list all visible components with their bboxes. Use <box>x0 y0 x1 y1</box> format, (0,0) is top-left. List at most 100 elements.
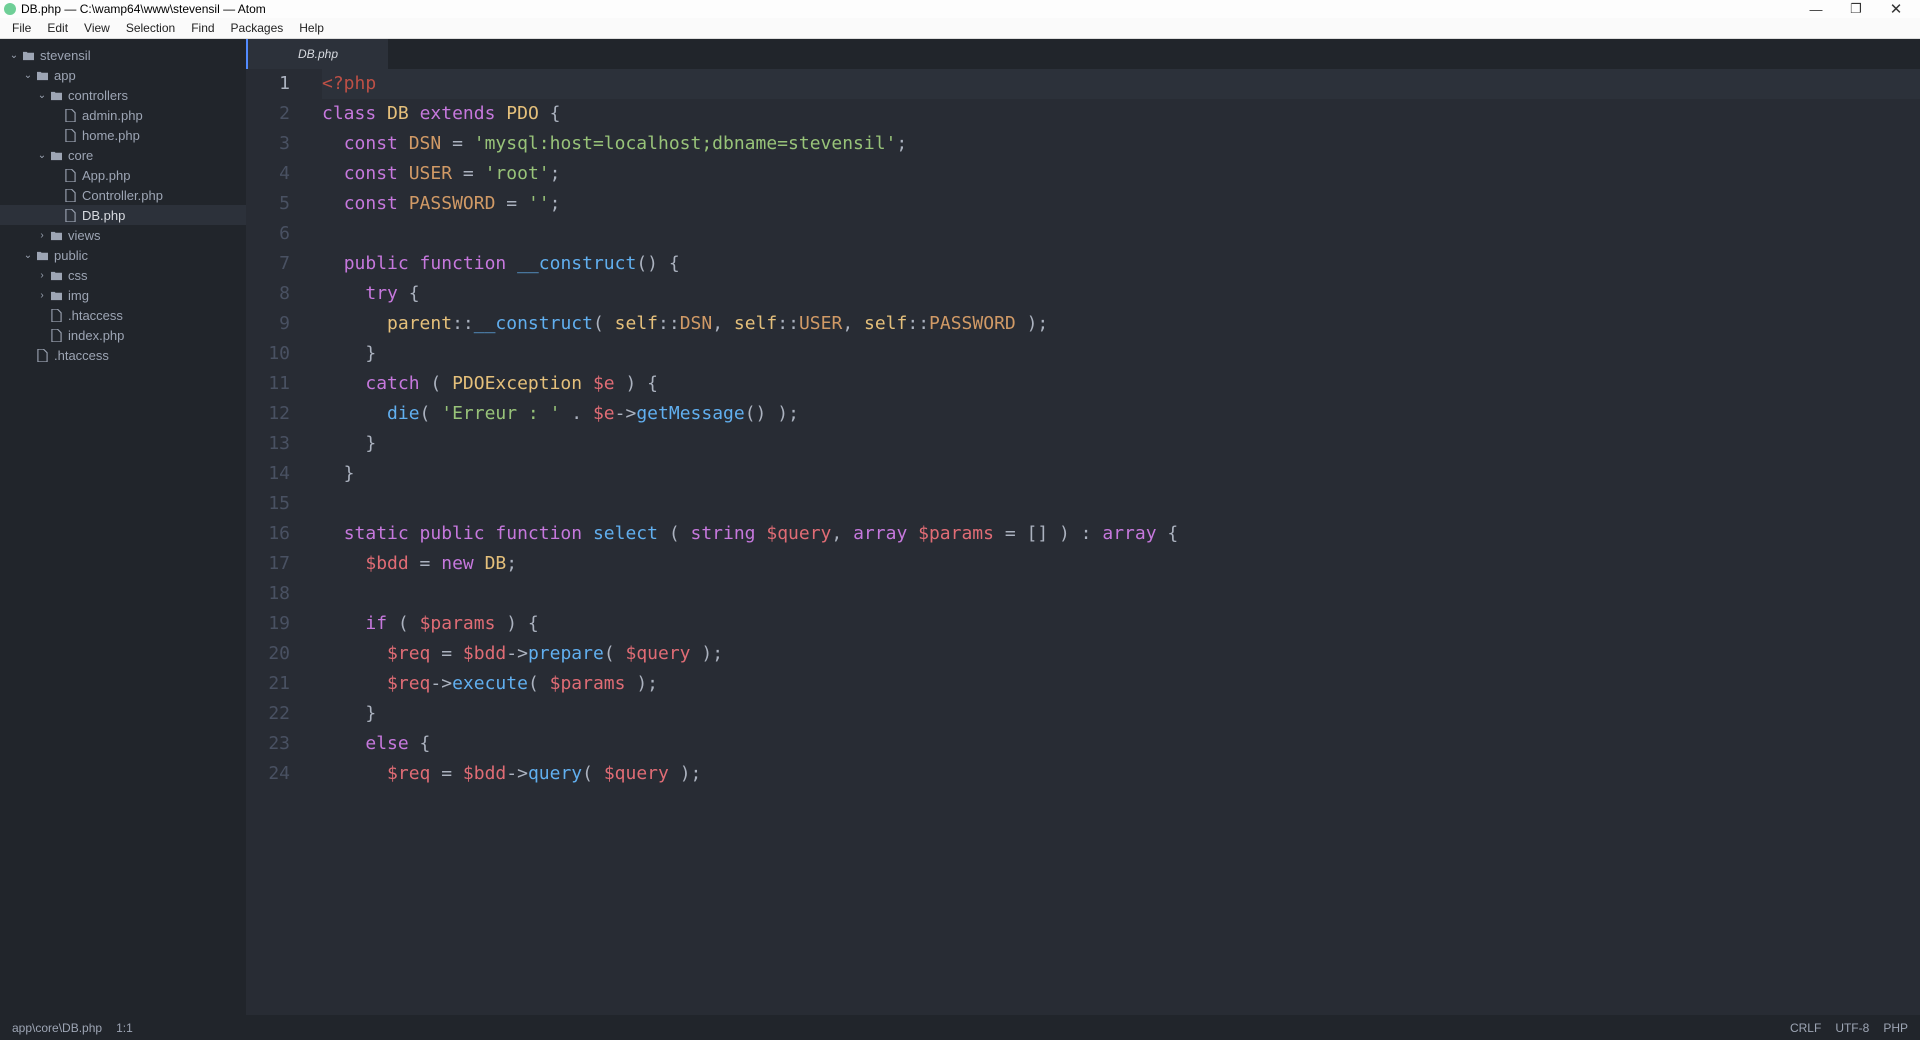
code-line[interactable]: $req = $bdd->query( $query ); <box>322 759 1920 789</box>
editor-pane: DB.php 123456789101112131415161718192021… <box>246 39 1920 1015</box>
code-line[interactable] <box>322 219 1920 249</box>
line-number[interactable]: 23 <box>246 729 290 759</box>
tree-folder-stevensil[interactable]: ⌄stevensil <box>0 45 246 65</box>
tree-item-label: app <box>54 68 76 83</box>
code-area[interactable]: <?phpclass DB extends PDO { const DSN = … <box>306 69 1920 1015</box>
line-number[interactable]: 3 <box>246 129 290 159</box>
tree-file--htaccess[interactable]: .htaccess <box>0 305 246 325</box>
tree-file-index-php[interactable]: index.php <box>0 325 246 345</box>
code-line[interactable]: else { <box>322 729 1920 759</box>
line-number[interactable]: 21 <box>246 669 290 699</box>
tree-item-label: DB.php <box>82 208 125 223</box>
menu-view[interactable]: View <box>76 19 118 37</box>
tree-file-controller-php[interactable]: Controller.php <box>0 185 246 205</box>
disclosure-icon[interactable]: › <box>36 230 48 241</box>
disclosure-icon[interactable]: › <box>36 270 48 281</box>
code-line[interactable]: <?php <box>322 69 1920 99</box>
code-line[interactable]: } <box>322 339 1920 369</box>
line-number[interactable]: 18 <box>246 579 290 609</box>
code-line[interactable]: class DB extends PDO { <box>322 99 1920 129</box>
tab-db-php[interactable]: DB.php <box>246 39 388 69</box>
disclosure-icon[interactable]: ⌄ <box>22 70 34 81</box>
line-number[interactable]: 14 <box>246 459 290 489</box>
status-encoding[interactable]: UTF-8 <box>1835 1021 1869 1035</box>
disclosure-icon[interactable]: ⌄ <box>22 250 34 261</box>
code-line[interactable]: $req = $bdd->prepare( $query ); <box>322 639 1920 669</box>
code-line[interactable]: die( 'Erreur : ' . $e->getMessage() ); <box>322 399 1920 429</box>
code-line[interactable]: parent::__construct( self::DSN, self::US… <box>322 309 1920 339</box>
code-line[interactable]: public function __construct() { <box>322 249 1920 279</box>
code-editor[interactable]: 123456789101112131415161718192021222324 … <box>246 69 1920 1015</box>
menu-packages[interactable]: Packages <box>223 19 292 37</box>
window-maximize-button[interactable]: ❐ <box>1836 1 1876 17</box>
code-line[interactable]: } <box>322 459 1920 489</box>
file-icon <box>62 109 78 122</box>
line-number[interactable]: 7 <box>246 249 290 279</box>
code-line[interactable] <box>322 489 1920 519</box>
code-line[interactable]: const DSN = 'mysql:host=localhost;dbname… <box>322 129 1920 159</box>
tree-folder-controllers[interactable]: ⌄controllers <box>0 85 246 105</box>
menu-selection[interactable]: Selection <box>118 19 183 37</box>
code-line[interactable] <box>322 579 1920 609</box>
line-number[interactable]: 2 <box>246 99 290 129</box>
tree-folder-css[interactable]: › css <box>0 265 246 285</box>
line-number[interactable]: 9 <box>246 309 290 339</box>
code-line[interactable]: if ( $params ) { <box>322 609 1920 639</box>
line-number[interactable]: 22 <box>246 699 290 729</box>
window-close-button[interactable]: ✕ <box>1876 0 1916 18</box>
tree-item-label: css <box>68 268 88 283</box>
status-language[interactable]: PHP <box>1883 1021 1908 1035</box>
line-number[interactable]: 20 <box>246 639 290 669</box>
tree-item-label: index.php <box>68 328 124 343</box>
folder-icon <box>48 270 64 281</box>
code-line[interactable]: const PASSWORD = ''; <box>322 189 1920 219</box>
window-minimize-button[interactable]: — <box>1796 2 1836 17</box>
menu-file[interactable]: File <box>4 19 39 37</box>
disclosure-icon[interactable]: ⌄ <box>36 150 48 161</box>
line-number[interactable]: 15 <box>246 489 290 519</box>
line-number[interactable]: 5 <box>246 189 290 219</box>
code-line[interactable]: try { <box>322 279 1920 309</box>
status-eol[interactable]: CRLF <box>1790 1021 1821 1035</box>
code-line[interactable]: static public function select ( string $… <box>322 519 1920 549</box>
line-number[interactable]: 11 <box>246 369 290 399</box>
tree-folder-public[interactable]: ⌄ public <box>0 245 246 265</box>
tree-file--htaccess[interactable]: .htaccess <box>0 345 246 365</box>
tree-file-app-php[interactable]: App.php <box>0 165 246 185</box>
line-number[interactable]: 13 <box>246 429 290 459</box>
disclosure-icon[interactable]: ⌄ <box>8 50 20 61</box>
status-path[interactable]: app\core\DB.php <box>12 1021 102 1035</box>
line-number[interactable]: 4 <box>246 159 290 189</box>
tree-folder-core[interactable]: ⌄core <box>0 145 246 165</box>
menu-find[interactable]: Find <box>183 19 222 37</box>
line-number[interactable]: 10 <box>246 339 290 369</box>
code-line[interactable]: $bdd = new DB; <box>322 549 1920 579</box>
code-line[interactable]: $req->execute( $params ); <box>322 669 1920 699</box>
line-number[interactable]: 12 <box>246 399 290 429</box>
code-line[interactable]: const USER = 'root'; <box>322 159 1920 189</box>
menu-edit[interactable]: Edit <box>39 19 76 37</box>
tree-item-label: public <box>54 248 88 263</box>
tree-file-db-php[interactable]: DB.php <box>0 205 246 225</box>
code-line[interactable]: } <box>322 699 1920 729</box>
tree-folder-views[interactable]: ›views <box>0 225 246 245</box>
line-number[interactable]: 17 <box>246 549 290 579</box>
line-number[interactable]: 24 <box>246 759 290 789</box>
line-number[interactable]: 8 <box>246 279 290 309</box>
tree-file-admin-php[interactable]: admin.php <box>0 105 246 125</box>
tree-folder-img[interactable]: ›img <box>0 285 246 305</box>
code-line[interactable]: catch ( PDOException $e ) { <box>322 369 1920 399</box>
line-number[interactable]: 19 <box>246 609 290 639</box>
disclosure-icon[interactable]: ⌄ <box>36 90 48 101</box>
line-number[interactable]: 6 <box>246 219 290 249</box>
menu-help[interactable]: Help <box>291 19 332 37</box>
file-icon <box>62 129 78 142</box>
tree-folder-app[interactable]: ⌄ app <box>0 65 246 85</box>
disclosure-icon[interactable]: › <box>36 290 48 301</box>
code-line[interactable]: } <box>322 429 1920 459</box>
status-cursor-position[interactable]: 1:1 <box>116 1021 133 1035</box>
tree-file-home-php[interactable]: home.php <box>0 125 246 145</box>
project-tree[interactable]: ⌄stevensil⌄app⌄controllersadmin.phphome.… <box>0 39 246 1015</box>
line-number[interactable]: 16 <box>246 519 290 549</box>
line-number[interactable]: 1 <box>246 69 290 99</box>
